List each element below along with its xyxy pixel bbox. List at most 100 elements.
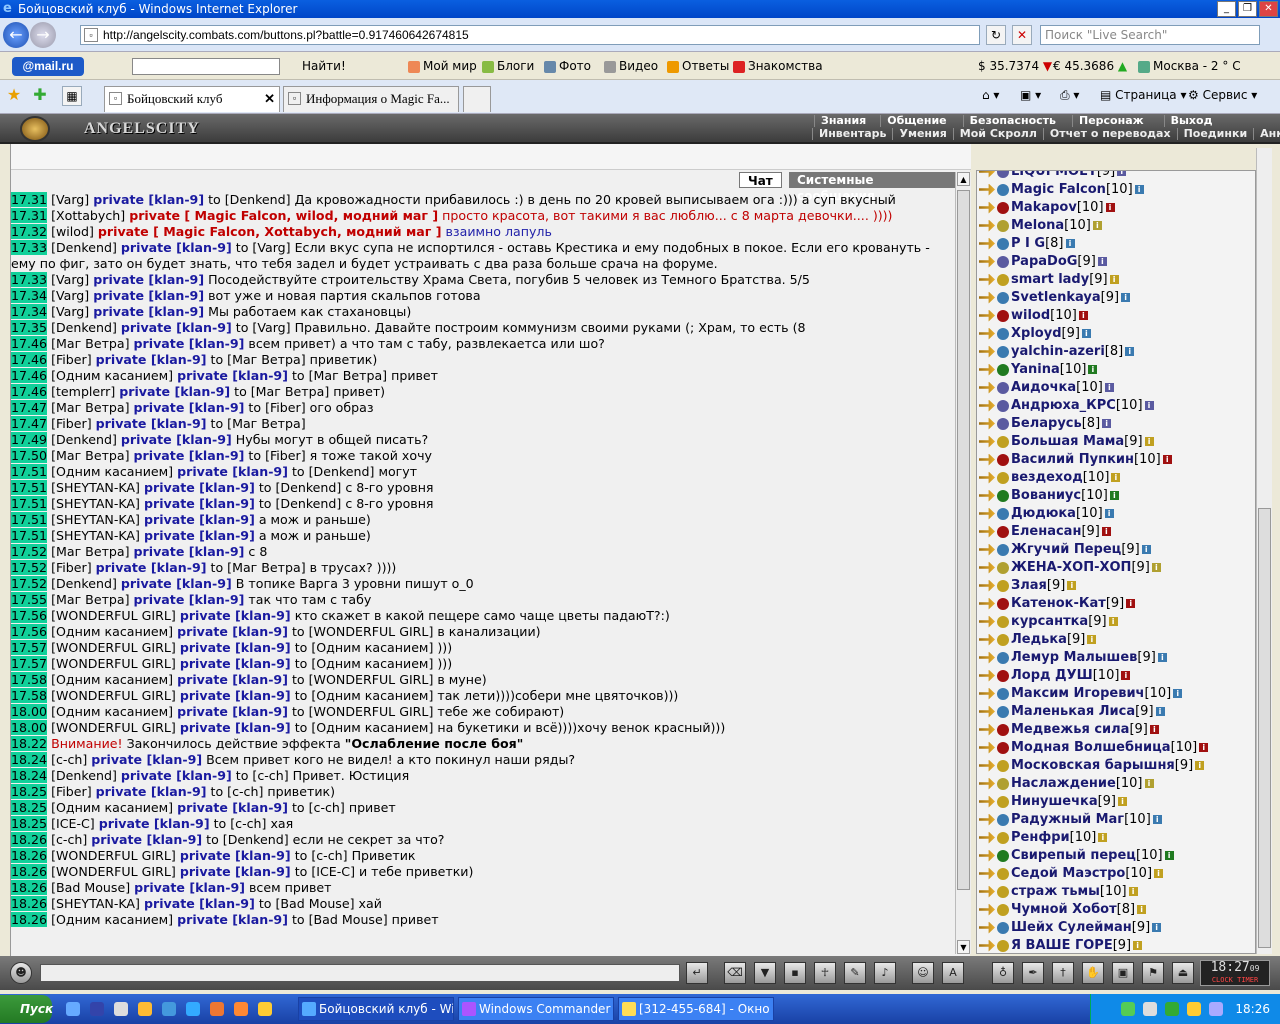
private-tag[interactable]: private [klan-9] bbox=[180, 720, 291, 735]
info-icon[interactable]: i bbox=[1067, 581, 1077, 590]
task-windows-commander[interactable]: Windows Commander 5.... bbox=[458, 997, 614, 1021]
private-tag[interactable]: private [klan-9] bbox=[180, 608, 291, 623]
message-time[interactable]: 18.26 bbox=[11, 864, 48, 879]
private-message-icon[interactable] bbox=[979, 327, 995, 340]
user-list-item[interactable]: LIQUI MOET[9] i bbox=[977, 171, 1127, 181]
info-icon[interactable]: i bbox=[1065, 239, 1075, 248]
smiley-menu-icon[interactable]: ☻ bbox=[10, 962, 32, 984]
info-icon[interactable]: i bbox=[1102, 419, 1112, 428]
nav-security[interactable]: Безопасность bbox=[962, 115, 1062, 127]
tools-menu[interactable]: ⚙ Сервис ▾ bbox=[1188, 88, 1257, 102]
favorites-star-icon[interactable]: ★ bbox=[4, 86, 24, 106]
private-message-icon[interactable] bbox=[979, 489, 995, 502]
user-list-item[interactable]: Катенок-Кат[9] i bbox=[977, 595, 1136, 613]
message-time[interactable]: 17.51 bbox=[11, 528, 48, 543]
message-time[interactable]: 17.57 bbox=[11, 656, 48, 671]
sender-name[interactable]: SHEYTAN-KA bbox=[56, 528, 135, 543]
sender-name[interactable]: Varg bbox=[56, 304, 84, 319]
quicklaunch-icon[interactable] bbox=[234, 1002, 248, 1016]
private-tag[interactable]: private [klan-9] bbox=[96, 560, 207, 575]
sender-name[interactable]: Denkend bbox=[56, 240, 112, 255]
user-list-item[interactable]: Большая Мама[9] i bbox=[977, 433, 1154, 451]
private-message-icon[interactable] bbox=[979, 183, 995, 196]
sender-name[interactable]: Одним касанием bbox=[56, 800, 168, 815]
user-list-item[interactable]: Лорд ДУШ[10] i bbox=[977, 667, 1131, 685]
info-icon[interactable]: i bbox=[1121, 293, 1131, 302]
private-tag[interactable]: private [klan-9] bbox=[134, 400, 245, 415]
minimize-button[interactable]: _ bbox=[1217, 1, 1236, 17]
info-icon[interactable]: i bbox=[1199, 743, 1209, 752]
private-message-icon[interactable] bbox=[979, 201, 995, 214]
message-time[interactable]: 17.50 bbox=[11, 448, 48, 463]
private-message-icon[interactable] bbox=[979, 939, 995, 952]
print-icon[interactable]: ⎙ ▾ bbox=[1060, 88, 1079, 103]
bottle-icon[interactable]: ♁ bbox=[992, 962, 1014, 984]
message-time[interactable]: 18.26 bbox=[11, 880, 48, 895]
info-icon[interactable]: i bbox=[1144, 779, 1154, 788]
message-time[interactable]: 17.47 bbox=[11, 400, 48, 415]
link-video[interactable]: Видео bbox=[604, 52, 658, 80]
private-message-icon[interactable] bbox=[979, 813, 995, 826]
user-name[interactable]: Свирепый перец bbox=[1011, 848, 1136, 863]
private-message-icon[interactable] bbox=[979, 417, 995, 430]
sender-name[interactable]: SHEYTAN-KA bbox=[56, 512, 135, 527]
user-list-item[interactable]: wilod[10] i bbox=[977, 307, 1088, 325]
user-name[interactable]: Маленькая Лиса bbox=[1011, 704, 1135, 719]
sender-name[interactable]: Fiber bbox=[56, 416, 87, 431]
user-name[interactable]: Я ВАШЕ ГОРЕ bbox=[1011, 938, 1113, 953]
info-icon[interactable]: i bbox=[1152, 923, 1162, 932]
find-button[interactable]: Найти! bbox=[302, 52, 346, 80]
forward-button[interactable]: → bbox=[30, 22, 56, 48]
quicklaunch-icon[interactable] bbox=[258, 1002, 272, 1016]
sender-name[interactable]: Одним касанием bbox=[56, 672, 168, 687]
message-time[interactable]: 18.22 bbox=[11, 736, 48, 751]
message-time[interactable]: 18.25 bbox=[11, 784, 48, 799]
tray-icon[interactable] bbox=[1121, 1002, 1135, 1016]
private-tag[interactable]: private [klan-9] bbox=[99, 816, 210, 831]
nav-transfer-report[interactable]: Отчет о переводах bbox=[1042, 128, 1177, 140]
private-message-icon[interactable] bbox=[979, 525, 995, 538]
user-name[interactable]: Катенок-Кат bbox=[1011, 596, 1106, 611]
sender-name[interactable]: Одним касанием bbox=[56, 368, 168, 383]
user-name[interactable]: Беларусь bbox=[1011, 416, 1082, 431]
private-tag[interactable]: private [klan-9] bbox=[144, 896, 255, 911]
user-list-item[interactable]: ЖЕНА-ХОП-ХОП[9] i bbox=[977, 559, 1161, 577]
info-icon[interactable]: i bbox=[1162, 455, 1172, 464]
message-time[interactable]: 18.26 bbox=[11, 912, 48, 927]
filter-icon[interactable]: ▼ bbox=[754, 962, 776, 984]
message-time[interactable]: 17.46 bbox=[11, 352, 48, 367]
user-name[interactable]: Ледька bbox=[1011, 632, 1067, 647]
user-list-item[interactable]: Максим Игоревич[10] i bbox=[977, 685, 1183, 703]
private-tag[interactable]: private [klan-9] bbox=[134, 336, 245, 351]
user-list-item[interactable]: Московская барышня[9] i bbox=[977, 757, 1205, 775]
tray-icon[interactable] bbox=[1143, 1002, 1157, 1016]
tray-icon[interactable] bbox=[1187, 1002, 1201, 1016]
user-name[interactable]: P I G bbox=[1011, 236, 1045, 251]
search-input[interactable]: Поиск "Live Search" bbox=[1040, 25, 1260, 45]
scroll-up-icon[interactable]: ▲ bbox=[957, 172, 970, 186]
info-icon[interactable]: i bbox=[1097, 257, 1107, 266]
user-name[interactable]: Радужный Маг bbox=[1011, 812, 1124, 827]
private-tag[interactable]: private [klan-9] bbox=[177, 464, 288, 479]
sender-name[interactable]: Маг Ветра bbox=[56, 336, 125, 351]
message-time[interactable]: 18.26 bbox=[11, 832, 48, 847]
message-time[interactable]: 17.33 bbox=[11, 272, 48, 287]
user-name[interactable]: Модная Волшебница bbox=[1011, 740, 1171, 755]
message-time[interactable]: 17.55 bbox=[11, 592, 48, 607]
private-message-icon[interactable] bbox=[979, 345, 995, 358]
sender-name[interactable]: Одним касанием bbox=[56, 464, 168, 479]
private-tag[interactable]: private [klan-9] bbox=[177, 368, 288, 383]
sender-name[interactable]: Varg bbox=[56, 288, 84, 303]
info-icon[interactable]: i bbox=[1133, 941, 1143, 950]
user-name[interactable]: страж тьмы bbox=[1011, 884, 1100, 899]
user-list-item[interactable]: Радужный Маг[10] i bbox=[977, 811, 1162, 829]
task-chat-window[interactable]: [312-455-684] - Окно со... bbox=[618, 997, 774, 1021]
private-message-icon[interactable] bbox=[979, 435, 995, 448]
sender-name[interactable]: Varg bbox=[56, 272, 84, 287]
private-tag[interactable]: private [klan-9] bbox=[121, 432, 232, 447]
user-list-item[interactable]: Беларусь[8] i bbox=[977, 415, 1112, 433]
private-message-icon[interactable] bbox=[979, 723, 995, 736]
private-tag[interactable]: private [klan-9] bbox=[177, 800, 288, 815]
home-icon[interactable]: ⌂ ▾ bbox=[982, 88, 999, 102]
private-tag[interactable]: private [klan-9] bbox=[144, 480, 255, 495]
